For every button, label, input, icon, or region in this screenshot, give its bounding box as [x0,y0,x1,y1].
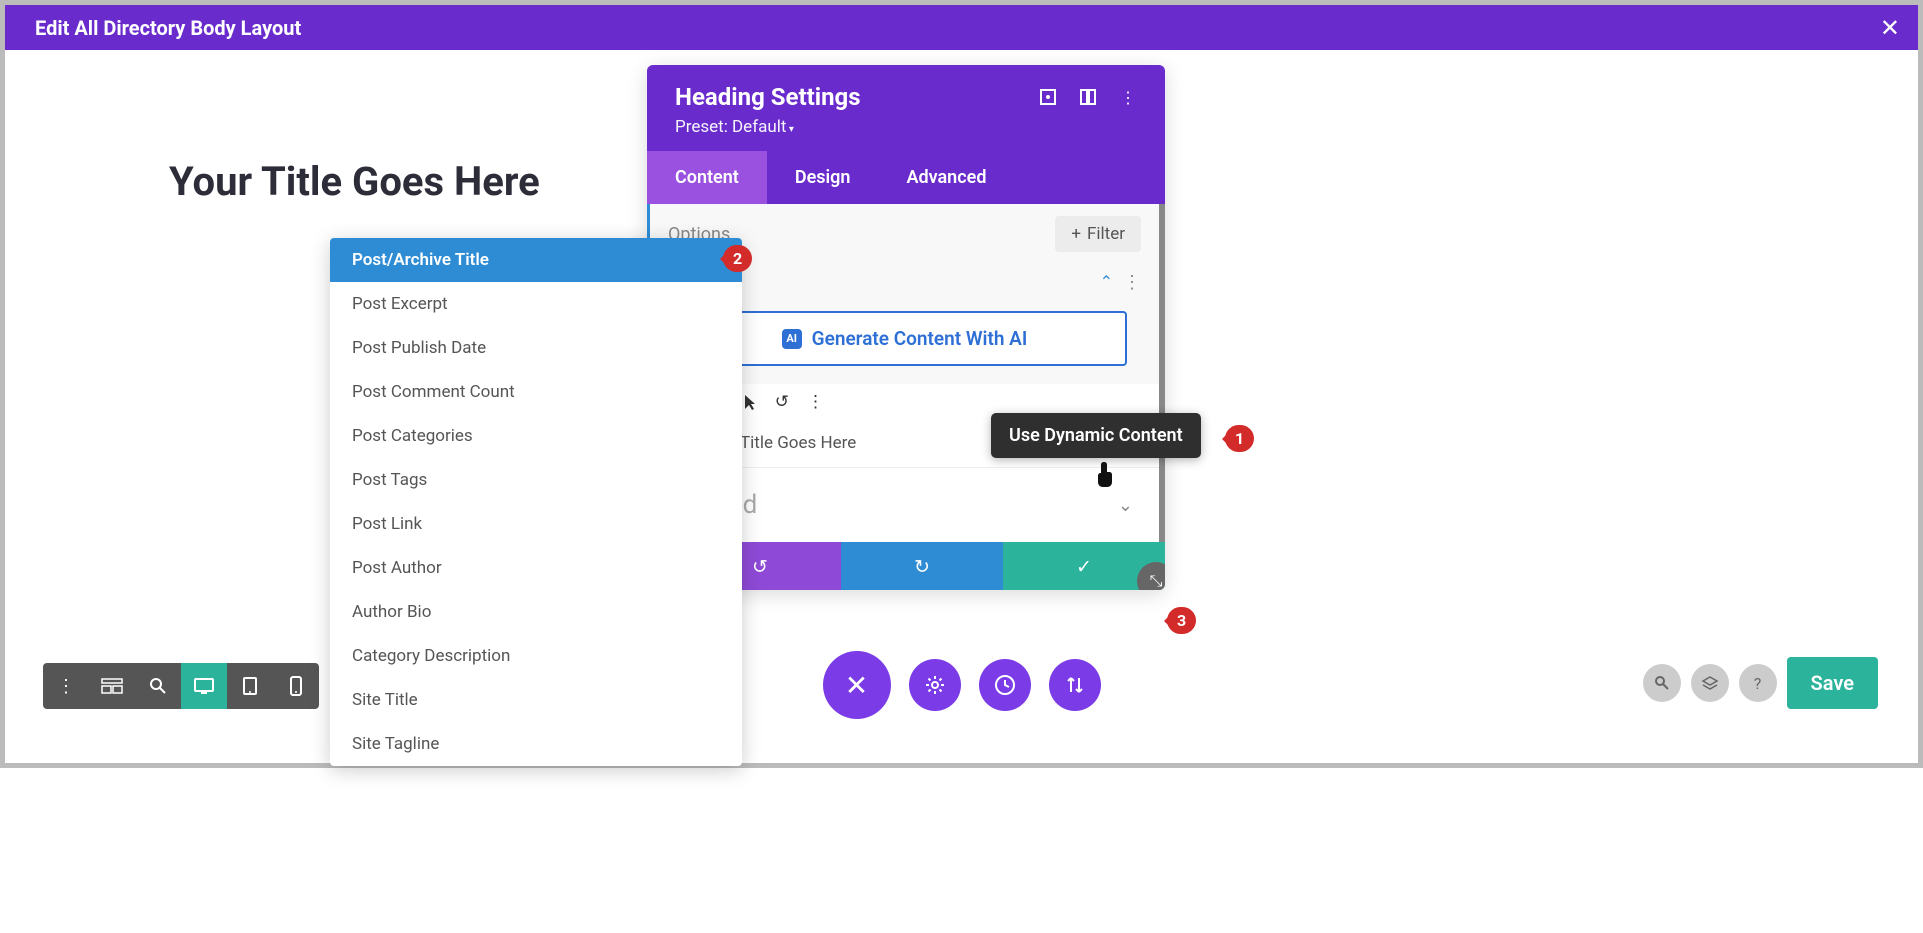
tablet-icon[interactable] [227,663,273,709]
dropdown-item-post-archive-title[interactable]: Post/Archive Title [330,238,742,282]
close-editor-button[interactable]: ✕ [823,651,891,719]
more-icon[interactable]: ⋮ [807,392,824,412]
layers-icon[interactable] [1691,664,1729,702]
zoom-icon[interactable] [135,663,181,709]
toolbar-menu-icon[interactable]: ⋮ [43,663,89,709]
annotation-badge-2: 2 [723,245,752,272]
dropdown-item-post-tags[interactable]: Post Tags [330,458,742,502]
page-title: Edit All Directory Body Layout [35,16,301,40]
filter-button[interactable]: + Filter [1055,216,1141,252]
expand-icon[interactable] [1039,88,1057,106]
tab-content[interactable]: Content [647,151,767,204]
cursor-icon[interactable] [743,393,757,411]
annotation-badge-1: 1 [1225,425,1254,452]
dropdown-item-post-categories[interactable]: Post Categories [330,414,742,458]
dropdown-item-author-bio[interactable]: Author Bio [330,590,742,634]
dropdown-item-post-author[interactable]: Post Author [330,546,742,590]
menu-dots-icon[interactable]: ⋮ [1119,88,1137,106]
save-button[interactable]: Save [1787,657,1878,709]
chevron-down-icon: ⌄ [1118,495,1133,516]
dropdown-item-post-excerpt[interactable]: Post Excerpt [330,282,742,326]
annotation-badge-3: 3 [1167,607,1196,634]
swap-button[interactable] [1049,659,1101,711]
bottom-right-actions: ? Save [1643,657,1878,709]
panel-title: Heading Settings [675,83,861,111]
dropdown-item-site-title[interactable]: Site Title [330,678,742,722]
settings-button[interactable] [909,659,961,711]
desktop-icon[interactable] [181,663,227,709]
heading-preview[interactable]: Your Title Goes Here [169,158,540,205]
phone-icon[interactable] [273,663,319,709]
ai-icon: AI [782,329,802,349]
search-icon[interactable] [1643,664,1681,702]
section-menu-icon[interactable]: ⋮ [1123,272,1141,293]
panel-tabs: Content Design Advanced [647,151,1165,204]
title-input[interactable]: Title Goes Here [740,433,856,453]
preset-selector[interactable]: Preset: Default [675,117,1137,137]
columns-icon[interactable] [1079,88,1097,106]
reset-icon[interactable]: ↺ [775,392,789,412]
top-bar: Edit All Directory Body Layout ✕ [5,5,1918,50]
help-icon[interactable]: ? [1739,664,1777,702]
tooltip: Use Dynamic Content [991,413,1201,458]
view-toolbar: ⋮ [43,663,319,709]
bottom-actions: ✕ [823,651,1101,719]
canvas: Your Title Goes Here Heading Settings ⋮ [5,50,1918,763]
wireframe-icon[interactable] [89,663,135,709]
dropdown-item-post-link[interactable]: Post Link [330,502,742,546]
tab-advanced[interactable]: Advanced [878,151,1014,204]
panel-header: Heading Settings ⋮ Preset: Default [647,65,1165,151]
dropdown-item-site-tagline[interactable]: Site Tagline [330,722,742,766]
history-button[interactable] [979,659,1031,711]
dropdown-item-post-comment-count[interactable]: Post Comment Count [330,370,742,414]
dropdown-item-post-publish-date[interactable]: Post Publish Date [330,326,742,370]
dropdown-item-category-description[interactable]: Category Description [330,634,742,678]
close-button[interactable]: ✕ [1880,14,1900,42]
generate-ai-button[interactable]: AI Generate Content With AI [682,311,1127,366]
redo-button[interactable]: ↻ [841,542,1003,590]
collapse-icon[interactable]: ⌃ [1100,272,1113,293]
plus-icon: + [1071,224,1081,244]
tab-design[interactable]: Design [767,151,879,204]
dynamic-content-dropdown: Post/Archive Title Post Excerpt Post Pub… [330,238,742,766]
